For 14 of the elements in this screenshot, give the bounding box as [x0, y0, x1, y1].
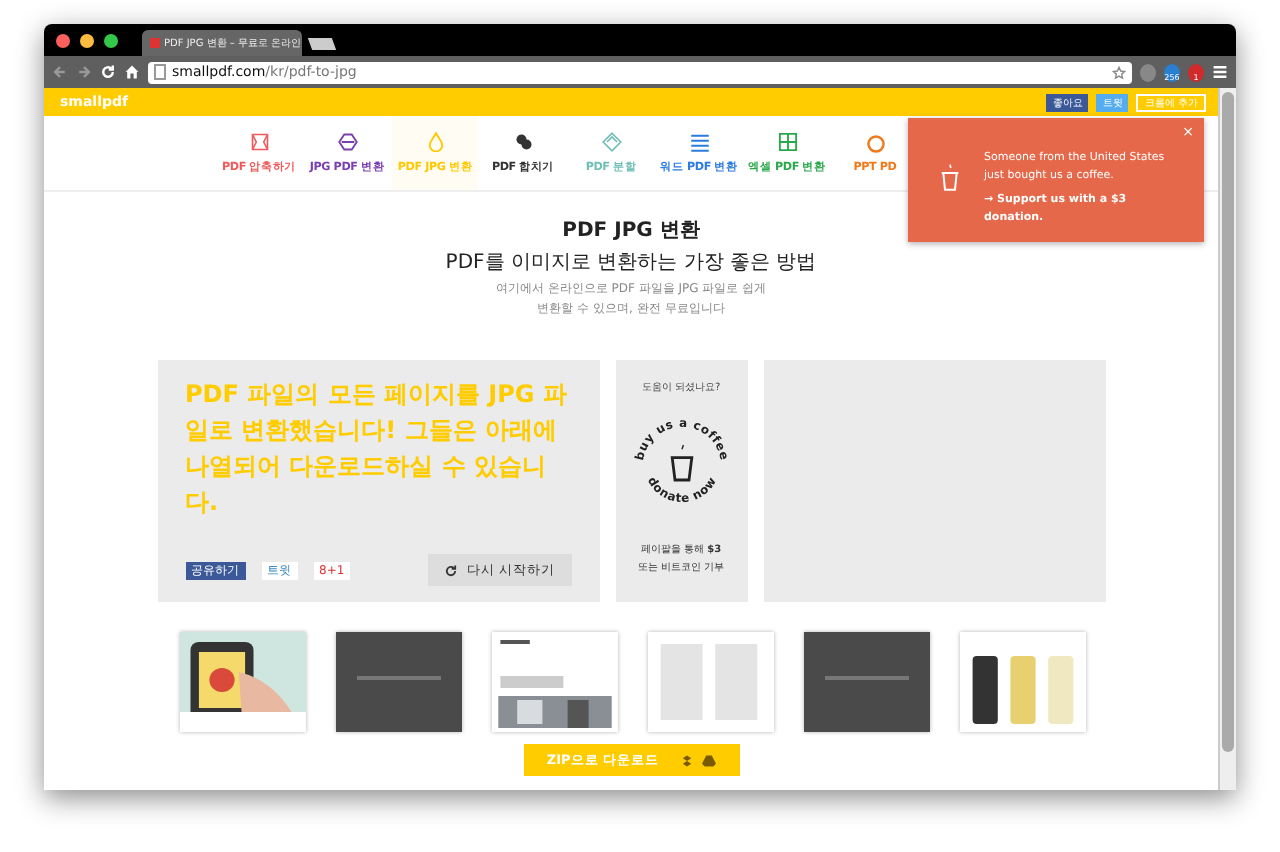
pdf-icon	[150, 38, 160, 48]
coffee-cup-icon	[940, 162, 960, 194]
menu-icon[interactable]	[1212, 64, 1228, 80]
maximize-window-icon[interactable]	[104, 33, 118, 47]
page-subtitle: PDF를 이미지로 변환하는 가장 좋은 방법	[445, 250, 817, 276]
new-tab-button[interactable]	[307, 38, 337, 50]
home-icon[interactable]	[124, 64, 140, 80]
close-window-icon[interactable]	[56, 33, 70, 47]
page-title: PDF JPG 변환	[562, 218, 700, 244]
reload-icon	[444, 563, 459, 577]
scrollbar[interactable]	[1218, 88, 1236, 790]
result-message: PDF 파일의 모든 페이지를 JPG 파일로 변환했습니다! 그들은 아래에 나열되어 다운로드하실 수 있습니다.	[185, 378, 569, 520]
minimize-window-icon[interactable]	[80, 33, 94, 47]
reload-icon[interactable]	[100, 64, 116, 80]
